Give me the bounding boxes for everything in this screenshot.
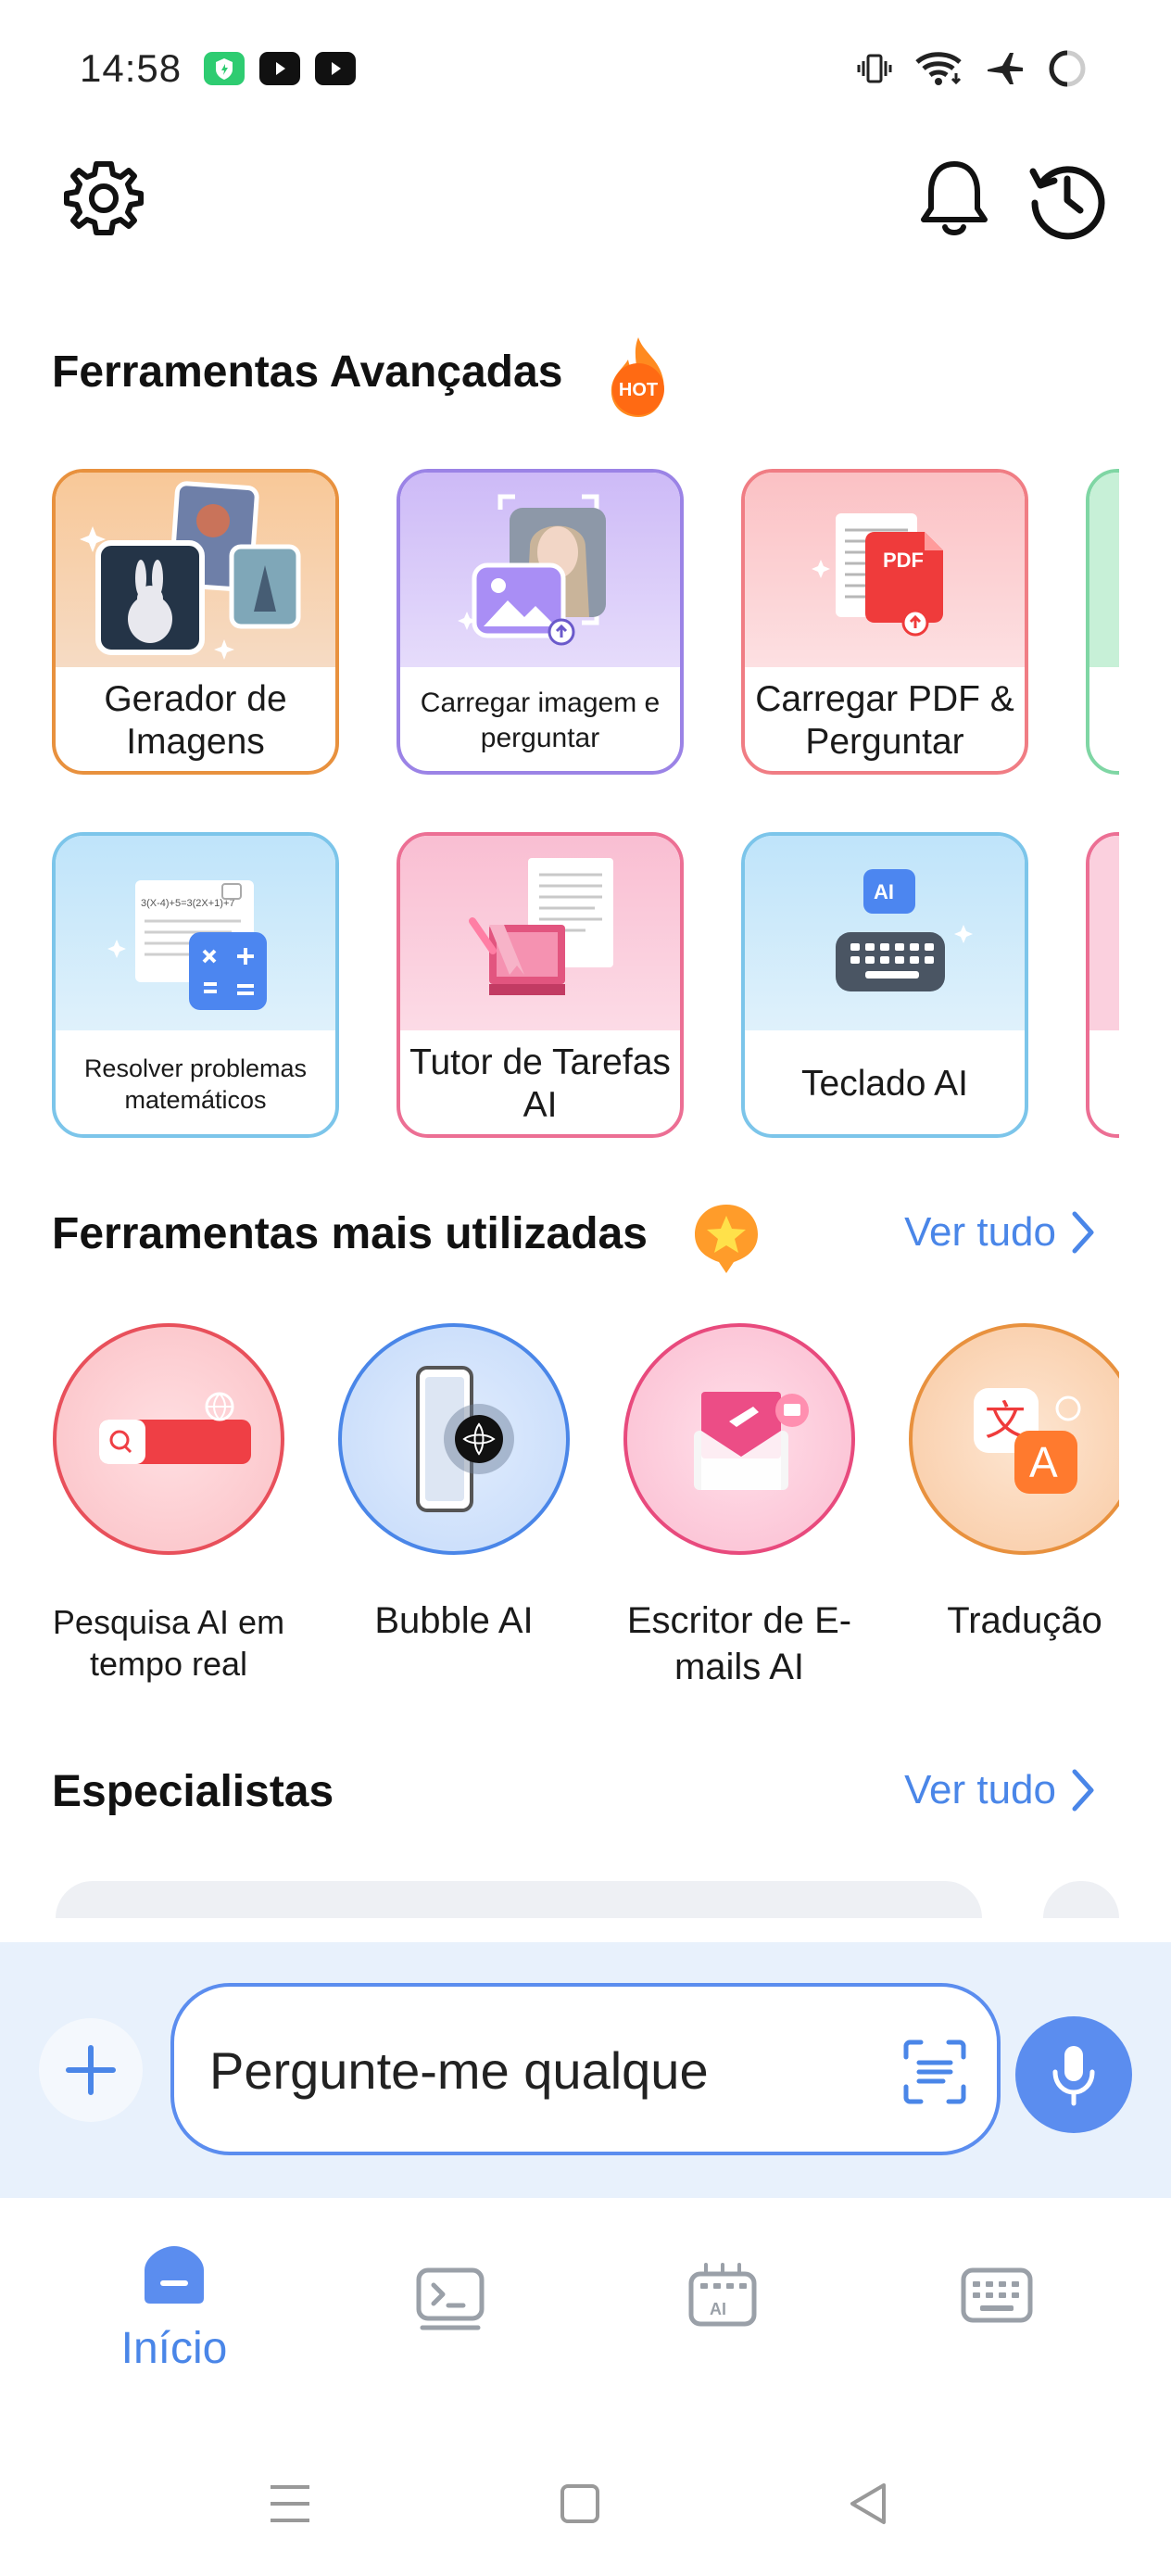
add-attachment-button[interactable]: [39, 2018, 143, 2122]
image-generator-art: [56, 473, 335, 667]
email-writer-tool[interactable]: Escritor de E-mails AI: [619, 1323, 860, 1690]
notifications-button[interactable]: [908, 152, 1001, 245]
ai-keyboard-icon: AI: [688, 2263, 757, 2327]
image-generator-label: Gerador de Imagens: [104, 679, 287, 762]
math-solver-card[interactable]: 3(X-4)+5=3(2X+1)+7 Resolver problemas ma…: [52, 832, 339, 1138]
plus-icon: [66, 2045, 116, 2095]
ai-badge-text: AI: [874, 880, 894, 903]
more-tools-peek-art: [1089, 473, 1119, 667]
bell-icon: [921, 161, 988, 235]
vpn-app-icon: [204, 52, 245, 85]
most-used-see-all-link[interactable]: Ver tudo: [904, 1208, 1097, 1256]
bubble-ai-tool[interactable]: Bubble AI: [334, 1323, 574, 1644]
realtime-search-art: [53, 1323, 284, 1555]
history-button[interactable]: [1021, 152, 1114, 245]
ai-keyboard-art: AI: [745, 836, 1025, 1030]
settings-button[interactable]: [57, 152, 150, 245]
youtube-icon: [259, 52, 300, 85]
hot-badge-label: HOT: [618, 380, 659, 400]
translate-en-glyph: A: [1029, 1438, 1058, 1486]
upload-pdf-label: Carregar PDF & Perguntar: [755, 679, 1014, 762]
email-writer-label: Escritor de E-mails AI: [626, 1600, 852, 1687]
loading-icon: [1049, 50, 1086, 87]
scan-button[interactable]: [902, 2039, 967, 2110]
bottom-navigation: Início AI: [0, 2198, 1171, 2402]
recents-button[interactable]: [269, 2483, 311, 2529]
system-navigation-bar: [0, 2428, 1171, 2576]
chevron-right-icon: [1072, 1211, 1094, 1254]
advanced-tools-row-1: Gerador de Imagens Carregar imagem e per…: [52, 469, 1119, 784]
specialist-card-peek-2[interactable]: [1043, 1881, 1119, 1918]
math-formula-text: 3(X-4)+5=3(2X+1)+7: [141, 898, 235, 909]
specialists-see-all-link[interactable]: Ver tudo: [904, 1766, 1097, 1814]
nav-home-label: Início: [120, 2324, 228, 2373]
most-used-title: Ferramentas mais utilizadas: [52, 1209, 648, 1258]
vibrate-icon: [857, 54, 892, 83]
upload-pdf-card[interactable]: PDF Carregar PDF & Perguntar: [741, 469, 1028, 775]
realtime-search-label: Pesquisa AI em tempo real: [52, 1603, 285, 1683]
ai-keyboard-card[interactable]: AI Teclado AI: [741, 832, 1028, 1138]
upload-image-label: Carregar imagem e perguntar: [420, 688, 661, 753]
nav-keyboard[interactable]: [904, 2267, 1089, 2329]
homework-tutor-art: [400, 836, 680, 1030]
most-used-see-all-label: Ver tudo: [904, 1209, 1056, 1255]
home-icon: [145, 2246, 204, 2304]
ai-keyboard-label: Teclado AI: [801, 1064, 968, 1104]
home-system-button[interactable]: [560, 2483, 600, 2529]
more-tools-card-peek-2[interactable]: [1086, 832, 1119, 1138]
wifi-icon: [915, 52, 962, 85]
advanced-tools-title: Ferramentas Avançadas: [52, 347, 563, 397]
menu-icon: [271, 2485, 309, 2522]
homework-tutor-label: Tutor de Tarefas AI: [409, 1042, 671, 1125]
nav-terminal[interactable]: [358, 2267, 543, 2336]
math-solver-label: Resolver problemas matemáticos: [83, 1054, 308, 1114]
homework-tutor-card[interactable]: Tutor de Tarefas AI: [397, 832, 684, 1138]
most-used-tools-row: Pesquisa AI em tempo real Bubble AI Escr…: [52, 1323, 1119, 1712]
specialist-card-peek[interactable]: [56, 1881, 982, 1918]
more-tools-card-peek[interactable]: [1086, 469, 1119, 775]
more-tools-peek-art-2: [1089, 836, 1119, 1030]
scan-text-icon: [903, 2039, 966, 2104]
translation-label: Tradução: [947, 1600, 1102, 1641]
status-icons: [856, 48, 1088, 89]
back-button[interactable]: [847, 2481, 889, 2531]
back-triangle-icon: [850, 2483, 886, 2524]
translation-art: 文 A: [909, 1323, 1119, 1555]
chat-composer: Pergunte-me qualque: [0, 1942, 1171, 2198]
upload-image-art: [400, 473, 680, 667]
realtime-search-tool[interactable]: Pesquisa AI em tempo real: [52, 1323, 289, 1685]
email-writer-art: [623, 1323, 855, 1555]
bubble-ai-label: Bubble AI: [374, 1600, 534, 1641]
chat-input[interactable]: Pergunte-me qualque: [170, 1983, 1001, 2155]
ai-keyboard-nav-text: AI: [710, 2300, 726, 2318]
star-badge-icon: [691, 1201, 762, 1280]
hot-badge: HOT: [604, 334, 673, 421]
square-icon: [560, 2484, 599, 2523]
status-time: 14:58: [80, 46, 183, 90]
pdf-badge-text: PDF: [883, 549, 924, 572]
advanced-tools-row-2: 3(X-4)+5=3(2X+1)+7 Resolver problemas ma…: [52, 832, 1119, 1147]
keyboard-icon: [961, 2267, 1033, 2323]
terminal-icon: [416, 2267, 485, 2330]
status-bar: 14:58: [0, 0, 1171, 139]
chevron-right-icon: [1072, 1769, 1094, 1812]
upload-pdf-art: PDF: [745, 473, 1025, 667]
airplane-icon: [988, 53, 1023, 84]
gear-icon: [64, 161, 144, 235]
upload-image-card[interactable]: Carregar imagem e perguntar: [397, 469, 684, 775]
microphone-icon: [1052, 2046, 1095, 2106]
chat-input-placeholder: Pergunte-me qualque: [209, 2041, 709, 2100]
specialists-see-all-label: Ver tudo: [904, 1767, 1056, 1812]
nav-ai-keyboard[interactable]: AI: [630, 2259, 815, 2334]
math-solver-art: 3(X-4)+5=3(2X+1)+7: [56, 836, 335, 1030]
translation-tool[interactable]: 文 A Tradução: [904, 1323, 1119, 1644]
voice-input-button[interactable]: [1015, 2016, 1132, 2133]
specialists-title: Especialistas: [52, 1767, 334, 1816]
image-generator-card[interactable]: Gerador de Imagens: [52, 469, 339, 775]
bubble-ai-art: [338, 1323, 570, 1555]
history-icon: [1029, 166, 1105, 240]
youtube-icon: [315, 52, 356, 85]
nav-home[interactable]: Início: [82, 2242, 267, 2374]
